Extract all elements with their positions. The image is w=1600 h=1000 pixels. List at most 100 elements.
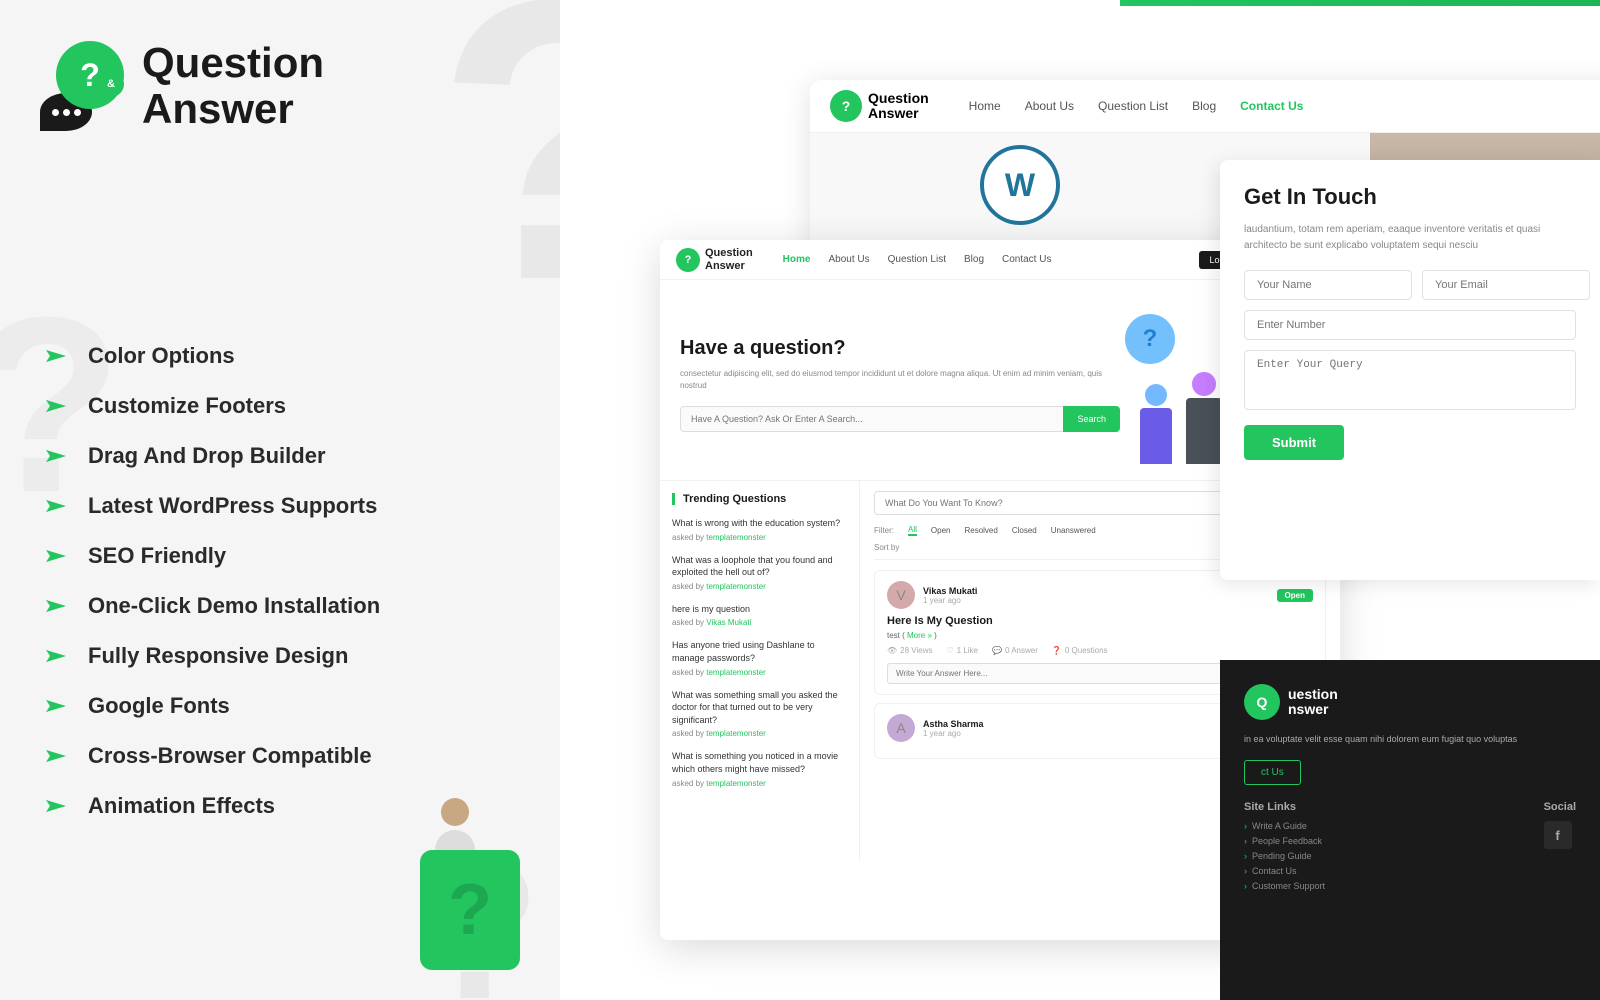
filter-resolved[interactable]: Resolved xyxy=(964,526,997,535)
feature-item-8: Google Fonts xyxy=(40,690,380,722)
feature-label-6: One-Click Demo Installation xyxy=(88,593,380,619)
feature-item-1: Color Options xyxy=(40,340,380,372)
nav-about[interactable]: About Us xyxy=(1025,99,1074,113)
nav-home[interactable]: Home xyxy=(969,99,1001,113)
nav-question-list[interactable]: Question List xyxy=(1098,99,1168,113)
feature-label-9: Cross-Browser Compatible xyxy=(88,743,372,769)
footer-social-col: Social f xyxy=(1544,801,1576,896)
footer-link-3[interactable]: › Pending Guide xyxy=(1244,851,1325,861)
footer-link-4[interactable]: › Contact Us xyxy=(1244,866,1325,876)
trending-q-5: What was something small you asked the d… xyxy=(672,689,847,727)
footer-contact-button[interactable]: ct Us xyxy=(1244,760,1301,785)
feature-label-2: Customize Footers xyxy=(88,393,286,419)
contact-name-input[interactable] xyxy=(1244,270,1412,300)
footer-link-text-5: Customer Support xyxy=(1252,881,1325,891)
wp-circle: W xyxy=(980,145,1060,225)
q-user-name-1: Vikas Mukati xyxy=(923,586,1269,596)
footer-link-1[interactable]: › Write A Guide xyxy=(1244,821,1325,831)
trending-item-3: here is my question asked by Vikas Mukat… xyxy=(672,603,847,628)
mockup-nav-qlist[interactable]: Question List xyxy=(888,254,946,265)
trending-q-2: What was a loophole that you found and e… xyxy=(672,554,847,579)
arrow-icon: › xyxy=(1244,851,1247,861)
mockup-logo-icon: ? xyxy=(676,248,700,272)
logo-question-mark: ? xyxy=(80,57,100,94)
contact-row-1 xyxy=(1244,270,1576,300)
mockup-nav-links: Home About Us Question List Blog Contact… xyxy=(783,254,1200,265)
mockup-hero-text: Have a question? consectetur adipiscing … xyxy=(680,337,1120,432)
contact-number-input[interactable] xyxy=(1244,310,1576,340)
feature-label-5: SEO Friendly xyxy=(88,543,226,569)
arrow-icon-9 xyxy=(40,740,72,772)
footer-link-2[interactable]: › People Feedback xyxy=(1244,836,1325,846)
contact-query-textarea[interactable] xyxy=(1244,350,1576,410)
wordpress-icon: W xyxy=(980,145,1060,225)
q-views-1: 👁 28 Views xyxy=(887,646,932,655)
nav-links: Home About Us Question List Blog Contact… xyxy=(969,99,1600,113)
trending-q-6: What is something you noticed in a movie… xyxy=(672,750,847,775)
filter-all[interactable]: All xyxy=(908,525,917,536)
facebook-icon[interactable]: f xyxy=(1544,821,1572,849)
q-avatar-2: A xyxy=(887,714,915,742)
feature-label-8: Google Fonts xyxy=(88,693,230,719)
feature-item-5: SEO Friendly xyxy=(40,540,380,572)
footer-link-5[interactable]: › Customer Support xyxy=(1244,881,1325,891)
illus-bubble: ? xyxy=(1125,314,1175,364)
nav-contact[interactable]: Contact Us xyxy=(1240,99,1303,113)
nav-logo-q: ? xyxy=(842,98,851,114)
arrow-icon-8 xyxy=(40,690,72,722)
nav-logo-text: Question Answer xyxy=(868,91,929,122)
q-questions-1: ❓ 0 Questions xyxy=(1052,646,1108,655)
trending-q-4: Has anyone tried using Dashlane to manag… xyxy=(672,639,847,664)
mockup-nav-contact[interactable]: Contact Us xyxy=(1002,254,1051,265)
feature-list: Color Options Customize Footers Drag And… xyxy=(40,340,380,822)
green-top-bar xyxy=(1120,0,1600,6)
q-user-name-2: Astha Sharma xyxy=(923,719,1269,729)
nav-logo-icon: ? xyxy=(830,90,862,122)
arrow-icon: › xyxy=(1244,836,1247,846)
feature-label-1: Color Options xyxy=(88,343,235,369)
footer-logo-icon: Q xyxy=(1244,684,1280,720)
wp-letter: W xyxy=(1005,167,1035,204)
logo-title-line2: Answer xyxy=(142,86,324,132)
footer-site-links: Site Links › Write A Guide › People Feed… xyxy=(1244,801,1325,896)
filter-closed[interactable]: Closed xyxy=(1012,526,1037,535)
contact-row-2 xyxy=(1244,310,1576,340)
filter-label: Filter: xyxy=(874,526,894,535)
browser-nav: ? Question Answer Home About Us Question… xyxy=(810,80,1600,133)
arrow-icon-6 xyxy=(40,590,72,622)
footer-site-links-title: Site Links xyxy=(1244,801,1325,813)
mockup-search-button[interactable]: Search xyxy=(1063,406,1120,432)
q-user-info-1: Vikas Mukati 1 year ago xyxy=(923,586,1269,605)
arrow-icon-5 xyxy=(40,540,72,572)
feature-label-4: Latest WordPress Supports xyxy=(88,493,377,519)
mockup-nav-about[interactable]: About Us xyxy=(828,254,869,265)
contact-email-input[interactable] xyxy=(1422,270,1590,300)
q-user-info-2: Astha Sharma 1 year ago xyxy=(923,719,1269,738)
feature-item-2: Customize Footers xyxy=(40,390,380,422)
mockup-hero-search: Search xyxy=(680,406,1120,432)
mockup-search-input[interactable] xyxy=(680,406,1063,432)
feature-item-3: Drag And Drop Builder xyxy=(40,440,380,472)
filter-open[interactable]: Open xyxy=(931,526,951,535)
q-card-desc-1: test ( More » ) xyxy=(887,631,1313,640)
mockup-nav-home[interactable]: Home xyxy=(783,254,811,265)
logo-area: ? & Question Answer xyxy=(40,40,324,132)
footer-social-title: Social xyxy=(1544,801,1576,813)
trending-by-1: asked by templatemonster xyxy=(672,533,847,542)
arrow-icon-3 xyxy=(40,440,72,472)
trending-item-6: What is something you noticed in a movie… xyxy=(672,750,847,787)
filter-unanswered[interactable]: Unanswered xyxy=(1051,526,1096,535)
left-panel: ? ? ? ? & Question Answer Color Options xyxy=(0,0,600,1000)
contact-desc: laudantium, totam rem aperiam, eaaque in… xyxy=(1244,222,1576,254)
mockup-hero-desc: consectetur adipiscing elit, sed do eius… xyxy=(680,368,1120,392)
arrow-icon-10 xyxy=(40,790,72,822)
nav-blog[interactable]: Blog xyxy=(1192,99,1216,113)
logo-text: Question Answer xyxy=(142,40,324,132)
mockup-nav-blog[interactable]: Blog xyxy=(964,254,984,265)
arrow-icon-2 xyxy=(40,390,72,422)
q-likes-1: ♡ 1 Like xyxy=(946,646,978,655)
dot-2 xyxy=(63,109,70,116)
contact-submit-button[interactable]: Submit xyxy=(1244,425,1344,460)
trending-by-3: asked by Vikas Mukati xyxy=(672,618,847,627)
trending-title: Trending Questions xyxy=(672,493,847,505)
